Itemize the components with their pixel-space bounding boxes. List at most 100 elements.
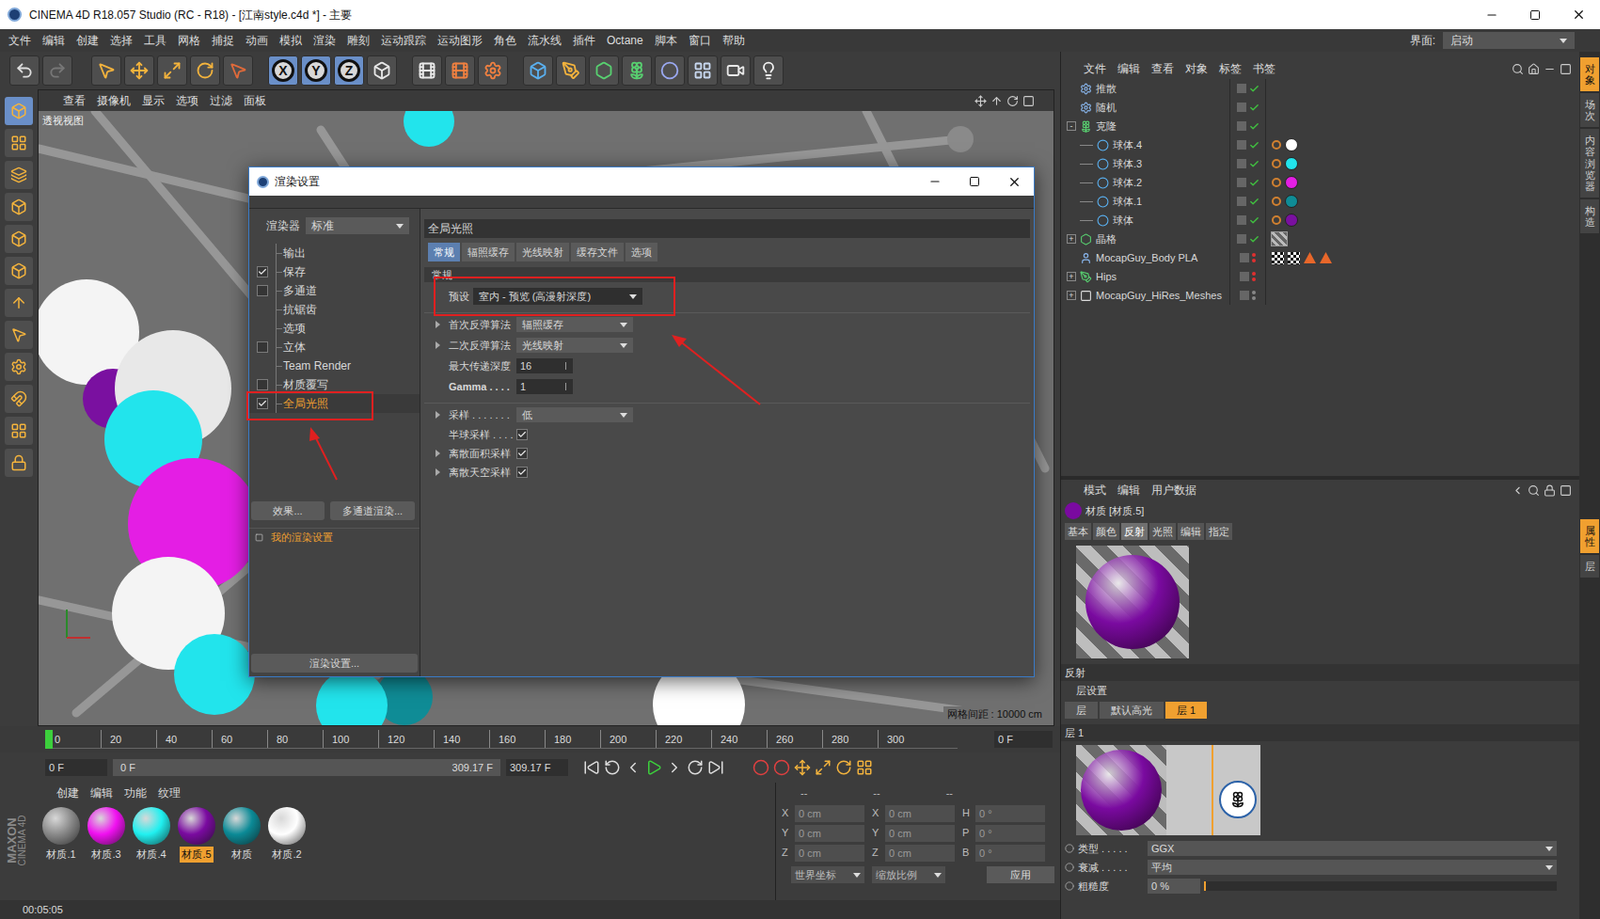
expand-arrow-icon[interactable]: [435, 449, 441, 458]
side-tab[interactable]: 构造: [1580, 199, 1600, 234]
attribute-tab[interactable]: 颜色: [1093, 522, 1120, 540]
menu-item[interactable]: 动画: [239, 31, 274, 49]
tool-button[interactable]: [753, 55, 784, 86]
sidebar-button[interactable]: 效果...: [251, 501, 325, 521]
object-menu-item[interactable]: 文件: [1077, 60, 1112, 78]
gi-dropdown[interactable]: 辐照缓存: [516, 316, 634, 333]
orbit-icon[interactable]: [1006, 95, 1019, 108]
tool-button[interactable]: [555, 55, 587, 86]
coordinate-mode-dropdown[interactable]: 世界坐标: [791, 866, 865, 884]
viewport-menu-item[interactable]: 查看: [57, 92, 92, 110]
mode-button[interactable]: [4, 320, 33, 349]
object-row[interactable]: MocapGuy_Body PLA: [1061, 248, 1580, 268]
go-end-icon[interactable]: [707, 759, 725, 777]
layout-dropdown[interactable]: 启动: [1442, 31, 1575, 49]
gi-number-field[interactable]: 1: [516, 379, 573, 395]
object-row[interactable]: 推散: [1061, 79, 1580, 98]
tool-button[interactable]: [190, 55, 221, 86]
layer-tab[interactable]: 层 1: [1165, 701, 1207, 719]
menu-item[interactable]: 模拟: [273, 31, 308, 49]
rotation-field[interactable]: 0 °: [975, 824, 1046, 842]
render-settings-item[interactable]: 抗锯齿: [249, 300, 420, 319]
tool-button[interactable]: [42, 55, 73, 86]
viewport-menu-item[interactable]: 面板: [237, 92, 272, 110]
material-menu-item[interactable]: 纹理: [152, 784, 187, 802]
enabled-icon[interactable]: [1249, 102, 1260, 113]
key-rotation-icon[interactable]: [835, 759, 853, 777]
gi-tab[interactable]: 辐照缓存: [461, 242, 515, 262]
viewport-menu-item[interactable]: 选项: [170, 92, 205, 110]
layer-box[interactable]: [1236, 83, 1247, 94]
object-row[interactable]: -克隆: [1061, 116, 1580, 136]
position-field[interactable]: 0 cm: [794, 824, 865, 842]
timeline-ruler[interactable]: 0204060801001201401601802002202402602803…: [45, 729, 958, 749]
menu-item[interactable]: 网格: [172, 31, 206, 49]
gi-tab[interactable]: 常规: [427, 242, 460, 262]
prev-frame-icon[interactable]: [624, 759, 642, 777]
menu-item[interactable]: 脚本: [649, 31, 683, 49]
tool-button[interactable]: [687, 55, 718, 86]
attribute-dropdown[interactable]: 平均: [1147, 859, 1557, 875]
dialog-maximize-button[interactable]: [954, 167, 995, 196]
material-tag[interactable]: [1284, 175, 1299, 190]
render-settings-item[interactable]: Team Render: [249, 356, 420, 376]
phong-tag[interactable]: [1271, 140, 1282, 150]
close-button[interactable]: [1556, 0, 1600, 30]
render-settings-button[interactable]: 渲染设置...: [251, 653, 418, 673]
material-tag[interactable]: [1284, 213, 1299, 227]
play-icon[interactable]: [645, 759, 663, 777]
tree-toggle[interactable]: -: [1066, 121, 1077, 131]
side-tab[interactable]: 对象: [1580, 57, 1600, 92]
menu-item[interactable]: 工具: [138, 31, 173, 49]
layer-box[interactable]: [1239, 271, 1250, 282]
phong-tag[interactable]: [1271, 196, 1282, 206]
attribute-tab[interactable]: 基本: [1064, 522, 1092, 540]
size-field[interactable]: 0 cm: [885, 824, 955, 842]
rotation-field[interactable]: 0 °: [975, 844, 1046, 862]
search-icon[interactable]: [1527, 484, 1540, 497]
search-icon[interactable]: [1511, 63, 1524, 76]
object-row[interactable]: +MocapGuy_HiRes_Meshes: [1061, 285, 1580, 305]
object-menu-item[interactable]: 书签: [1247, 60, 1282, 78]
position-field[interactable]: 0 cm: [794, 805, 865, 823]
side-tab[interactable]: 层: [1580, 554, 1600, 578]
visibility-dots[interactable]: [1251, 271, 1256, 282]
mode-button[interactable]: [4, 192, 33, 222]
render-settings-item[interactable]: 立体: [249, 337, 420, 357]
tool-button[interactable]: [411, 55, 443, 86]
axis-button[interactable]: X: [268, 55, 299, 86]
layer-tab[interactable]: 默认高光: [1099, 701, 1164, 719]
menu-item[interactable]: 窗口: [682, 31, 717, 49]
next-key-icon[interactable]: [686, 759, 704, 777]
viewport-menu-item[interactable]: 过滤: [204, 92, 238, 110]
phong-tag[interactable]: [1271, 177, 1282, 188]
layer-box[interactable]: [1236, 121, 1247, 131]
menu-item[interactable]: 插件: [567, 31, 602, 49]
menu-item[interactable]: 雕刻: [341, 31, 376, 49]
object-row[interactable]: 球体.2: [1061, 173, 1580, 192]
tool-button[interactable]: [222, 55, 254, 86]
attribute-menu-item[interactable]: 编辑: [1111, 481, 1146, 499]
checkbox[interactable]: [516, 466, 528, 478]
object-row[interactable]: +晶格: [1061, 229, 1580, 249]
next-frame-icon[interactable]: [665, 759, 683, 777]
object-row[interactable]: 随机: [1061, 97, 1580, 117]
dialog-minimize-button[interactable]: [915, 167, 955, 196]
menu-item[interactable]: 运动图形: [431, 31, 489, 49]
side-tab[interactable]: 场次: [1580, 93, 1600, 127]
tool-button[interactable]: [522, 55, 554, 86]
maximize-button[interactable]: [1513, 0, 1557, 30]
layer-box[interactable]: [1236, 177, 1247, 188]
enabled-icon[interactable]: [1249, 196, 1260, 207]
expand-arrow-icon[interactable]: [435, 341, 441, 349]
render-settings-item[interactable]: 保存: [249, 262, 420, 282]
material-swatch[interactable]: 材质.1: [39, 807, 83, 863]
start-frame-field[interactable]: 0 F: [45, 759, 108, 777]
enabled-icon[interactable]: [1249, 234, 1260, 245]
expand-arrow-icon[interactable]: [435, 468, 441, 476]
mode-button[interactable]: [4, 96, 33, 126]
tool-button[interactable]: [91, 55, 122, 86]
viewport-menu-item[interactable]: 摄像机: [91, 92, 137, 110]
tool-button[interactable]: [157, 55, 188, 86]
enabled-icon[interactable]: [1249, 83, 1260, 95]
